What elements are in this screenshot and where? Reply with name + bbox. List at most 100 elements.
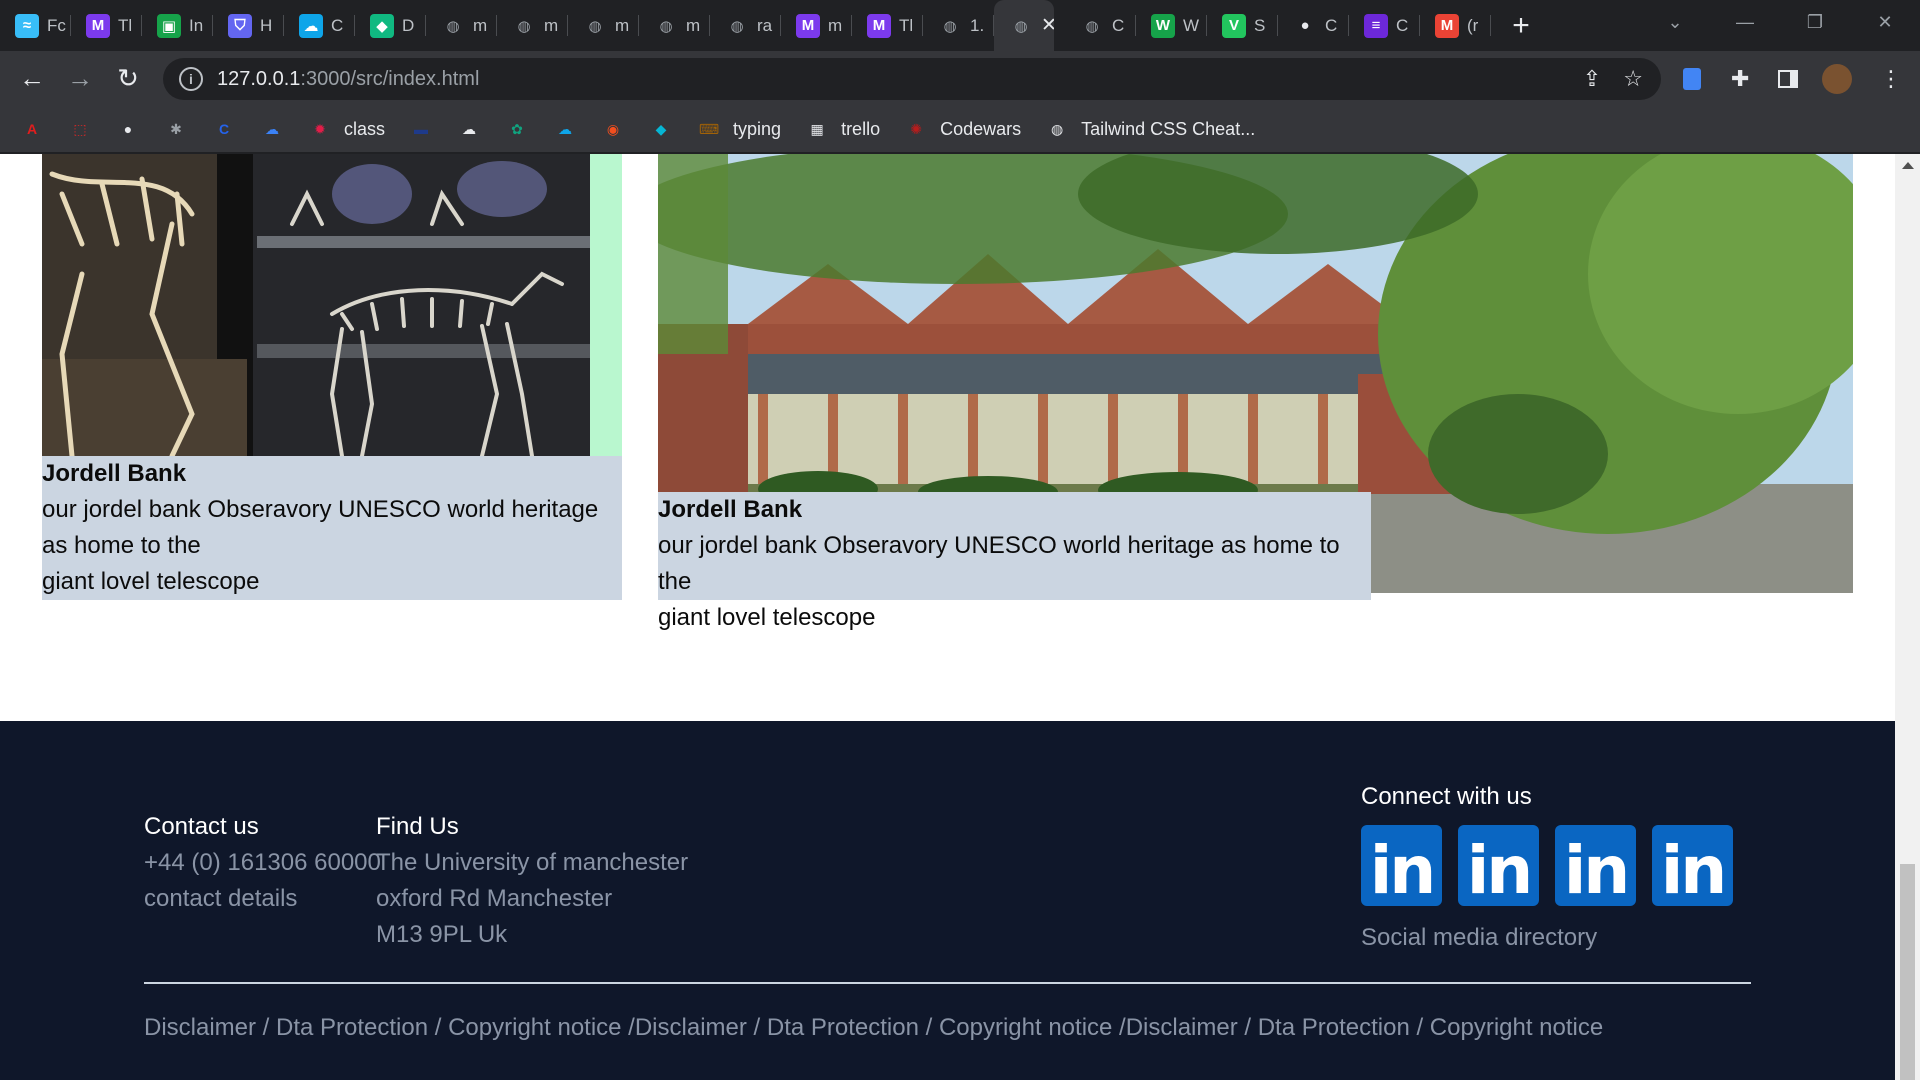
- linkedin-icon[interactable]: in: [1652, 825, 1733, 906]
- url-host: 127.0.0.1: [217, 67, 301, 90]
- tab[interactable]: ◍ C: [1065, 0, 1136, 51]
- tab[interactable]: ● C: [1278, 0, 1349, 51]
- pdf-icon: ⬚: [73, 120, 87, 137]
- list-icon: ≡: [1364, 13, 1388, 38]
- keyboard-icon: ⌨: [698, 120, 720, 137]
- close-tab-icon[interactable]: ✕: [1041, 14, 1054, 37]
- tab-title: In: [189, 15, 204, 35]
- address-bar[interactable]: i 127.0.0.1 :3000/src/index.html ⇪ ☆: [163, 58, 1661, 100]
- tab[interactable]: VS: [1207, 0, 1278, 51]
- bookmark-item[interactable]: ✿: [505, 117, 529, 141]
- close-window-icon[interactable]: ✕: [1850, 0, 1920, 44]
- minimize-icon[interactable]: —: [1710, 0, 1780, 44]
- restore-icon[interactable]: ❐: [1780, 0, 1850, 44]
- diamond-icon: ◆: [655, 120, 667, 137]
- cloud-icon: ☁: [299, 13, 323, 38]
- linkedin-icon[interactable]: in: [1458, 825, 1539, 906]
- linkedin-icon[interactable]: in: [1555, 825, 1636, 906]
- tab[interactable]: ◍ m: [497, 0, 568, 51]
- tab[interactable]: ◍ m: [568, 0, 639, 51]
- tab[interactable]: Mm: [781, 0, 852, 51]
- bookmark-star-icon[interactable]: ☆: [1623, 66, 1643, 92]
- tab[interactable]: ⛉ H: [213, 0, 284, 51]
- tab[interactable]: ◍ ra: [710, 0, 781, 51]
- salesforce-icon: ☁: [558, 120, 573, 137]
- bookmark-item[interactable]: ⌨ typing: [697, 117, 781, 141]
- card-description-line2: giant lovel telescope: [658, 604, 876, 631]
- bookmark-item[interactable]: ◉: [601, 117, 625, 141]
- c-icon: C: [218, 121, 230, 137]
- scrollbar-thumb[interactable]: [1900, 864, 1915, 1080]
- tab-title: Tl: [118, 15, 133, 35]
- bookmark-item[interactable]: ▦ trello: [805, 117, 880, 141]
- social-icons: in in in in: [1361, 825, 1733, 906]
- bookmark-item[interactable]: A: [20, 117, 44, 141]
- tab-title: H: [260, 15, 273, 35]
- bookmark-item[interactable]: ✱: [164, 117, 188, 141]
- side-panel-icon[interactable]: [1778, 51, 1798, 106]
- url-path: :3000/src/index.html: [300, 67, 480, 90]
- tab-title: ra: [757, 15, 773, 35]
- tab[interactable]: M (r: [1420, 0, 1491, 51]
- tab-title: m: [544, 15, 559, 35]
- tab-active[interactable]: ◍ ✕: [994, 0, 1054, 51]
- bookmark-item[interactable]: ◆: [649, 117, 673, 141]
- card-accent-strip: [590, 154, 622, 456]
- forward-arrow-icon[interactable]: →: [56, 55, 104, 103]
- shield-icon: ⛉: [228, 13, 252, 38]
- tab[interactable]: ≈ Fc: [0, 0, 71, 51]
- extension-icon[interactable]: [1683, 51, 1701, 106]
- window-controls: ⌄ — ❐ ✕: [1640, 0, 1920, 44]
- bookmark-item[interactable]: ☁: [553, 117, 577, 141]
- page-scrollbar[interactable]: [1895, 154, 1920, 1080]
- reload-icon[interactable]: ↻: [104, 55, 152, 103]
- gmail-icon: M: [1435, 13, 1459, 38]
- globe-icon: ◍: [517, 17, 531, 35]
- bookmarks-bar: A ⬚ ● ✱ C ☁ ✹ class ▬ ☁ ✿ ☁ ◉ ◆ ⌨ typing ▦ trello ✺ Codewar…: [0, 106, 1920, 153]
- puzzle-icon[interactable]: ✚: [1731, 51, 1749, 106]
- tab[interactable]: M Tl: [71, 0, 142, 51]
- tab[interactable]: ◆ D: [355, 0, 426, 51]
- site-info-icon[interactable]: i: [179, 67, 203, 91]
- card-title: Jordell Bank: [658, 496, 803, 523]
- tab[interactable]: ≡ C: [1349, 0, 1420, 51]
- tab-search-icon[interactable]: ⌄: [1640, 0, 1710, 44]
- cloud-icon: ☁: [265, 120, 279, 137]
- globe-icon: ◍: [1051, 120, 1064, 137]
- tab-title: m: [828, 15, 843, 35]
- bookmark-item[interactable]: ◍ Tailwind CSS Cheat...: [1045, 117, 1255, 141]
- tab[interactable]: ☁ C: [284, 0, 355, 51]
- menu-kebab-icon[interactable]: ⋮: [1880, 51, 1902, 106]
- tab-title: C: [1112, 15, 1125, 35]
- back-arrow-icon[interactable]: ←: [8, 55, 56, 103]
- share-icon[interactable]: ⇪: [1583, 66, 1601, 92]
- figma-icon: ◉: [606, 120, 620, 137]
- tab[interactable]: M Tl: [852, 0, 923, 51]
- tab-title: D: [402, 15, 415, 35]
- tab[interactable]: ◍ m: [639, 0, 710, 51]
- bookmark-item[interactable]: ☁: [260, 117, 284, 141]
- bookmark-item[interactable]: ⬚: [68, 117, 92, 141]
- globe-icon: ◍: [1014, 17, 1028, 35]
- openai-icon: ✿: [511, 120, 523, 137]
- social-media-directory-link[interactable]: Social media directory: [1361, 920, 1733, 956]
- tab[interactable]: ▣ In: [142, 0, 213, 51]
- bookmark-item[interactable]: ▬: [409, 117, 433, 141]
- m-icon: M: [796, 13, 820, 38]
- bookmark-item[interactable]: C: [212, 117, 236, 141]
- bookmark-item[interactable]: ●: [116, 117, 140, 141]
- card-caption: Jordell Bank our jordel bank Obseravory …: [658, 492, 1371, 631]
- bookmark-item[interactable]: ☁: [457, 117, 481, 141]
- tab[interactable]: ◍ 1.: [923, 0, 994, 51]
- bookmark-item[interactable]: ✹ class: [308, 117, 385, 141]
- bookmark-item[interactable]: ✺ Codewars: [904, 117, 1021, 141]
- legal-links[interactable]: Disclaimer / Dta Protection / Copyright …: [144, 1014, 1603, 1042]
- avatar[interactable]: [1822, 51, 1852, 106]
- scroll-up-arrow-icon[interactable]: [1902, 162, 1914, 169]
- linkedin-icon[interactable]: in: [1361, 825, 1442, 906]
- contact-phone[interactable]: +44 (0) 161306 60000: [144, 845, 381, 881]
- new-tab-plus-icon[interactable]: +: [1499, 0, 1543, 51]
- tab[interactable]: WW: [1136, 0, 1207, 51]
- tab[interactable]: ◍ m: [426, 0, 497, 51]
- contact-details-link[interactable]: contact details: [144, 881, 381, 917]
